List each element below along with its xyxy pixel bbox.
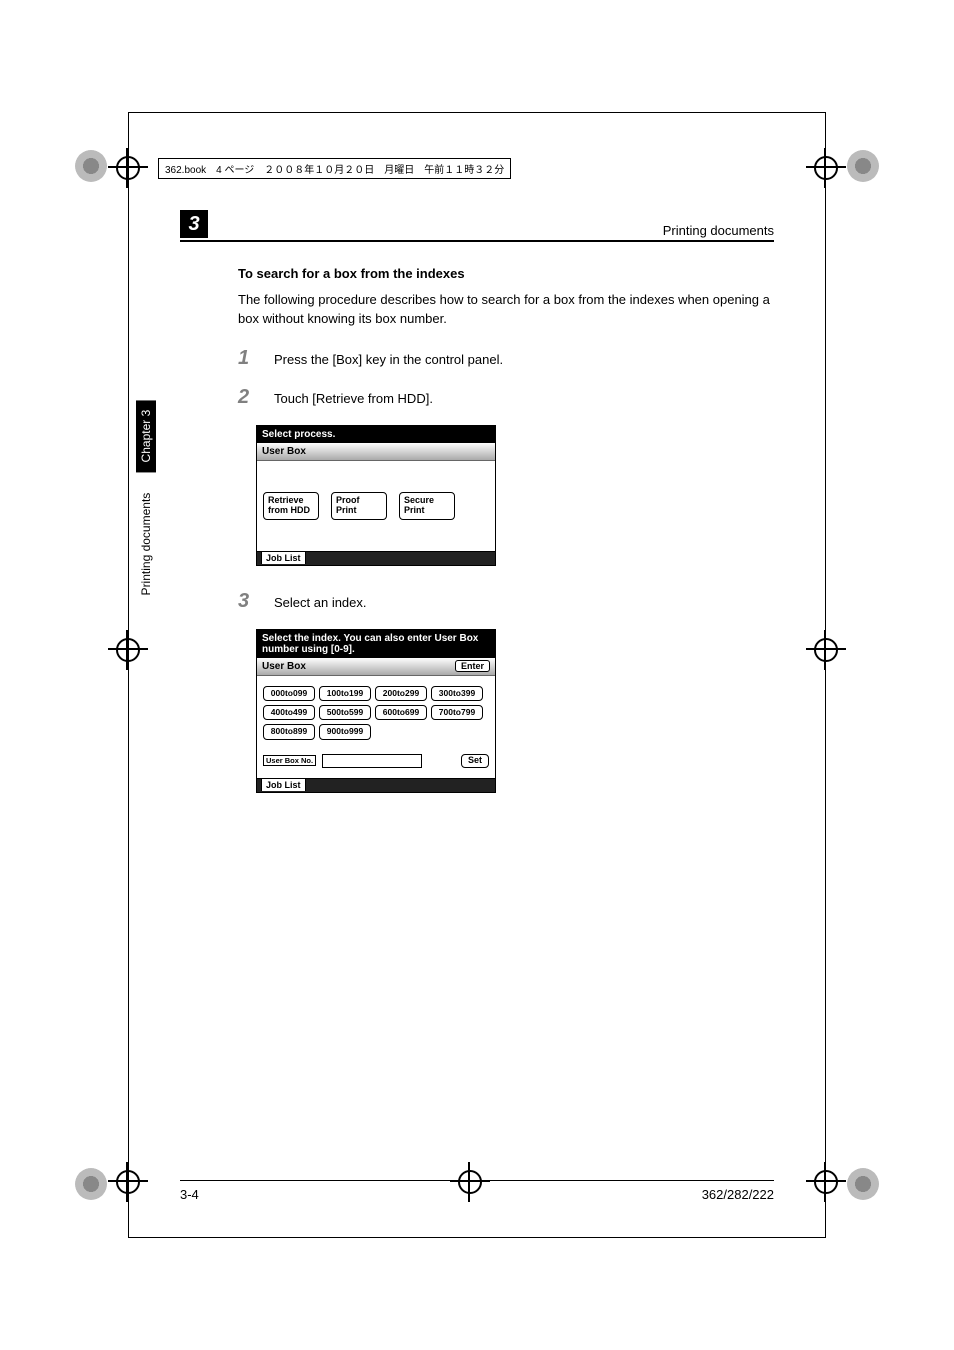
page-header: 3 Printing documents bbox=[180, 210, 774, 242]
registration-mark-icon bbox=[847, 1168, 879, 1200]
user-box-no-field[interactable] bbox=[322, 754, 422, 768]
screen-tab-label: User Box bbox=[262, 661, 306, 672]
step-number: 3 bbox=[238, 590, 252, 613]
index-button[interactable]: 500to599 bbox=[319, 705, 371, 720]
screen-body: 000to099 100to199 200to299 300to399 400t… bbox=[257, 676, 495, 778]
screen-tab: User Box bbox=[257, 443, 495, 461]
page-footer: 3-4 362/282/222 bbox=[180, 1180, 774, 1202]
enter-button[interactable]: Enter bbox=[455, 660, 490, 672]
set-button[interactable]: Set bbox=[461, 754, 489, 768]
screen-select-process: Select process. User Box Retrieve from H… bbox=[256, 425, 496, 566]
screen-title: Select the index. You can also enter Use… bbox=[257, 630, 495, 658]
index-button[interactable]: 900to999 bbox=[319, 724, 371, 739]
user-box-no-label: User Box No. bbox=[263, 755, 316, 767]
registration-mark-icon bbox=[75, 150, 107, 182]
step-text: Touch [Retrieve from HDD]. bbox=[274, 391, 433, 406]
index-button[interactable]: 400to499 bbox=[263, 705, 315, 720]
step-1: 1 Press the [Box] key in the control pan… bbox=[238, 347, 774, 370]
page-body: 3 Printing documents To search for a box… bbox=[128, 210, 826, 1210]
index-button[interactable]: 600to699 bbox=[375, 705, 427, 720]
secure-print-button[interactable]: Secure Print bbox=[399, 492, 455, 520]
retrieve-from-hdd-button[interactable]: Retrieve from HDD bbox=[263, 492, 319, 520]
section-heading: To search for a box from the indexes bbox=[238, 266, 774, 281]
screen-tab: User Box Enter bbox=[257, 658, 495, 676]
crop-line bbox=[128, 112, 826, 113]
step-2: 2 Touch [Retrieve from HDD]. bbox=[238, 386, 774, 409]
step-3: 3 Select an index. bbox=[238, 590, 774, 613]
step-number: 2 bbox=[238, 386, 252, 409]
index-button[interactable]: 000to099 bbox=[263, 686, 315, 701]
index-button[interactable]: 800to899 bbox=[263, 724, 315, 739]
crop-line bbox=[128, 1237, 826, 1238]
page-number: 3-4 bbox=[180, 1187, 199, 1202]
screen-footer: Job List bbox=[257, 551, 495, 565]
intro-paragraph: The following procedure describes how to… bbox=[238, 291, 774, 329]
job-list-tab[interactable]: Job List bbox=[261, 778, 306, 791]
file-info-label: 362.book 4 ページ ２００８年１０月２０日 月曜日 午前１１時３２分 bbox=[158, 158, 511, 179]
screen-footer: Job List bbox=[257, 778, 495, 792]
step-text: Press the [Box] key in the control panel… bbox=[274, 352, 503, 367]
index-button[interactable]: 200to299 bbox=[375, 686, 427, 701]
index-button[interactable]: 700to799 bbox=[431, 705, 483, 720]
screen-select-index: Select the index. You can also enter Use… bbox=[256, 629, 496, 793]
registration-mark-icon bbox=[75, 1168, 107, 1200]
screen-body: Retrieve from HDD Proof Print Secure Pri… bbox=[257, 461, 495, 551]
job-list-tab[interactable]: Job List bbox=[261, 551, 306, 564]
index-button[interactable]: 100to199 bbox=[319, 686, 371, 701]
index-button[interactable]: 300to399 bbox=[431, 686, 483, 701]
content-area: To search for a box from the indexes The… bbox=[238, 266, 774, 793]
registration-mark-icon bbox=[847, 150, 879, 182]
crosshair-icon bbox=[806, 148, 846, 188]
screen-title: Select process. bbox=[257, 426, 495, 443]
proof-print-button[interactable]: Proof Print bbox=[331, 492, 387, 520]
page-title: Printing documents bbox=[663, 223, 774, 238]
step-text: Select an index. bbox=[274, 595, 367, 610]
model-number: 362/282/222 bbox=[702, 1187, 774, 1202]
step-number: 1 bbox=[238, 347, 252, 370]
chapter-badge: 3 bbox=[180, 210, 208, 238]
